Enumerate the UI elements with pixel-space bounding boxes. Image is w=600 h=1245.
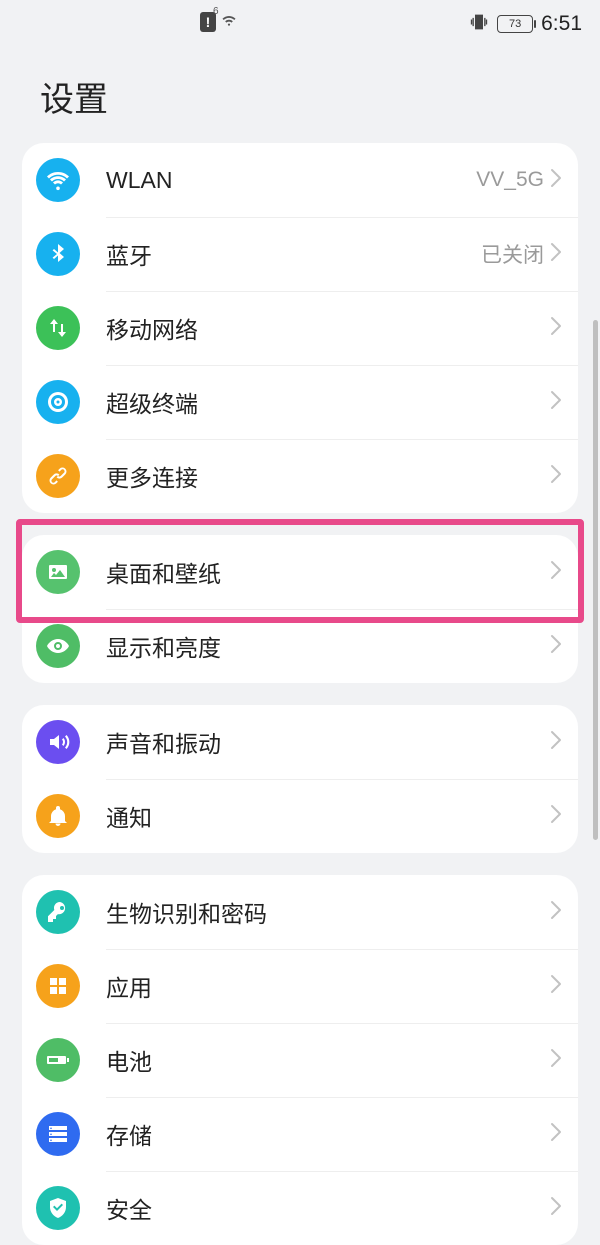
chevron-right-icon bbox=[550, 1048, 562, 1073]
key-icon bbox=[36, 890, 80, 934]
row-security[interactable]: 安全 bbox=[22, 1171, 578, 1245]
sound-icon bbox=[36, 720, 80, 764]
row-label: 移动网络 bbox=[106, 311, 550, 345]
apps-icon bbox=[36, 964, 80, 1008]
row-label: 超级终端 bbox=[106, 385, 550, 419]
battery-percent: 73 bbox=[509, 18, 521, 30]
row-label: 生物识别和密码 bbox=[106, 895, 550, 929]
row-label: 存储 bbox=[106, 1117, 550, 1151]
row-sound[interactable]: 声音和振动 bbox=[22, 705, 578, 779]
row-apps[interactable]: 应用 bbox=[22, 949, 578, 1023]
page-title: 设置 bbox=[0, 48, 600, 143]
batt-icon bbox=[36, 1038, 80, 1082]
row-label: 桌面和壁纸 bbox=[106, 555, 550, 589]
chevron-right-icon bbox=[550, 804, 562, 829]
row-value: VV_5G bbox=[476, 168, 544, 192]
chevron-right-icon bbox=[550, 316, 562, 341]
settings-groups: WLANVV_5G蓝牙已关闭移动网络超级终端更多连接桌面和壁纸显示和亮度声音和振… bbox=[0, 143, 600, 1245]
row-bluetooth[interactable]: 蓝牙已关闭 bbox=[22, 217, 578, 291]
row-label: 应用 bbox=[106, 969, 550, 1003]
row-wlan[interactable]: WLANVV_5G bbox=[22, 143, 578, 217]
clock: 6:51 bbox=[541, 12, 582, 36]
chevron-right-icon bbox=[550, 1122, 562, 1147]
row-storage[interactable]: 存储 bbox=[22, 1097, 578, 1171]
chevron-right-icon bbox=[550, 900, 562, 925]
wifi-icon bbox=[36, 158, 80, 202]
bluetooth-icon bbox=[36, 232, 80, 276]
row-label: 安全 bbox=[106, 1191, 550, 1225]
chevron-right-icon bbox=[550, 634, 562, 659]
settings-group: WLANVV_5G蓝牙已关闭移动网络超级终端更多连接 bbox=[22, 143, 578, 513]
settings-group: 生物识别和密码应用电池存储安全 bbox=[22, 875, 578, 1245]
row-label: 显示和亮度 bbox=[106, 629, 550, 663]
row-superdev[interactable]: 超级终端 bbox=[22, 365, 578, 439]
status-right: 73 6:51 bbox=[469, 12, 582, 37]
wifi-signal-icon: 6 bbox=[220, 10, 238, 33]
row-biometric[interactable]: 生物识别和密码 bbox=[22, 875, 578, 949]
radar-icon bbox=[36, 380, 80, 424]
image-icon bbox=[36, 550, 80, 594]
row-label: 电池 bbox=[106, 1043, 550, 1077]
chevron-right-icon bbox=[550, 242, 562, 267]
row-label: 蓝牙 bbox=[106, 237, 481, 271]
chevron-right-icon bbox=[550, 730, 562, 755]
row-more[interactable]: 更多连接 bbox=[22, 439, 578, 513]
link-icon bbox=[36, 454, 80, 498]
vibrate-icon bbox=[469, 12, 489, 37]
row-battery[interactable]: 电池 bbox=[22, 1023, 578, 1097]
shield-icon bbox=[36, 1186, 80, 1230]
row-label: 声音和振动 bbox=[106, 725, 550, 759]
settings-group: 声音和振动通知 bbox=[22, 705, 578, 853]
storage-icon bbox=[36, 1112, 80, 1156]
chevron-right-icon bbox=[550, 390, 562, 415]
status-left: ! 6 bbox=[200, 10, 238, 33]
chevron-right-icon bbox=[550, 464, 562, 489]
row-display[interactable]: 显示和亮度 bbox=[22, 609, 578, 683]
row-value: 已关闭 bbox=[481, 239, 544, 269]
row-label: 通知 bbox=[106, 799, 550, 833]
chevron-right-icon bbox=[550, 974, 562, 999]
chevron-right-icon bbox=[550, 1196, 562, 1221]
row-label: WLAN bbox=[106, 167, 476, 194]
settings-group: 桌面和壁纸显示和亮度 bbox=[22, 535, 578, 683]
row-label: 更多连接 bbox=[106, 459, 550, 493]
row-wallpaper[interactable]: 桌面和壁纸 bbox=[22, 535, 578, 609]
row-mobile[interactable]: 移动网络 bbox=[22, 291, 578, 365]
status-bar: ! 6 73 6:51 bbox=[0, 0, 600, 48]
battery-icon: 73 bbox=[497, 15, 533, 33]
chevron-right-icon bbox=[550, 168, 562, 193]
updown-icon bbox=[36, 306, 80, 350]
chevron-right-icon bbox=[550, 560, 562, 585]
eye-icon bbox=[36, 624, 80, 668]
bell-icon bbox=[36, 794, 80, 838]
row-notify[interactable]: 通知 bbox=[22, 779, 578, 853]
scrollbar-indicator bbox=[593, 320, 598, 840]
